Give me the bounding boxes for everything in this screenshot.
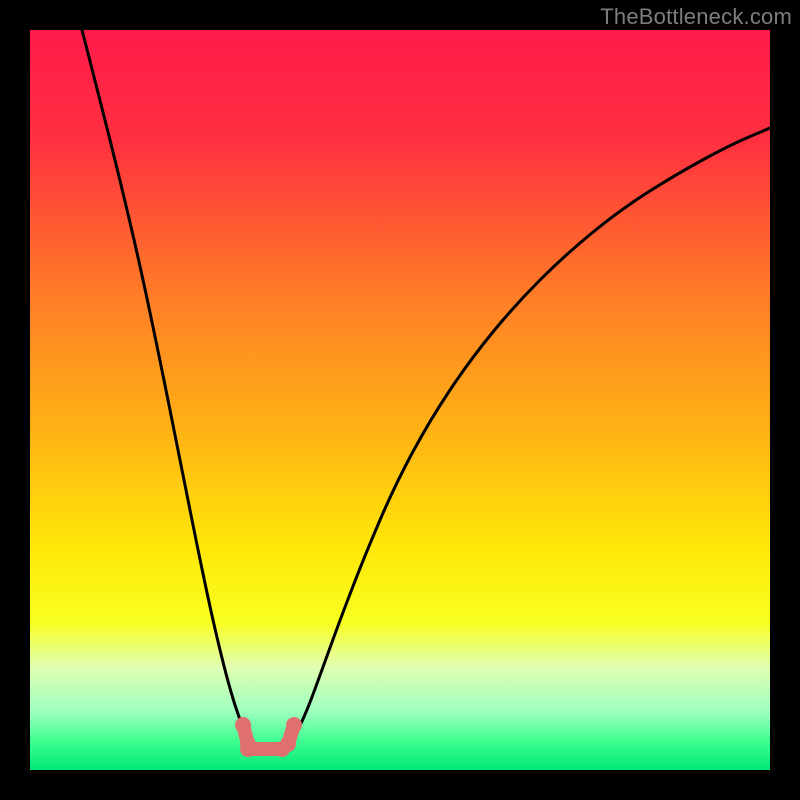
highlight-marker	[286, 717, 302, 733]
gradient-background	[30, 30, 770, 770]
highlight-marker	[235, 717, 251, 733]
highlight-marker	[240, 741, 256, 757]
chart-frame: TheBottleneck.com	[0, 0, 800, 800]
watermark-text: TheBottleneck.com	[600, 4, 792, 30]
plot-area	[30, 30, 770, 770]
highlight-marker	[280, 736, 296, 752]
bottleneck-chart	[30, 30, 770, 770]
